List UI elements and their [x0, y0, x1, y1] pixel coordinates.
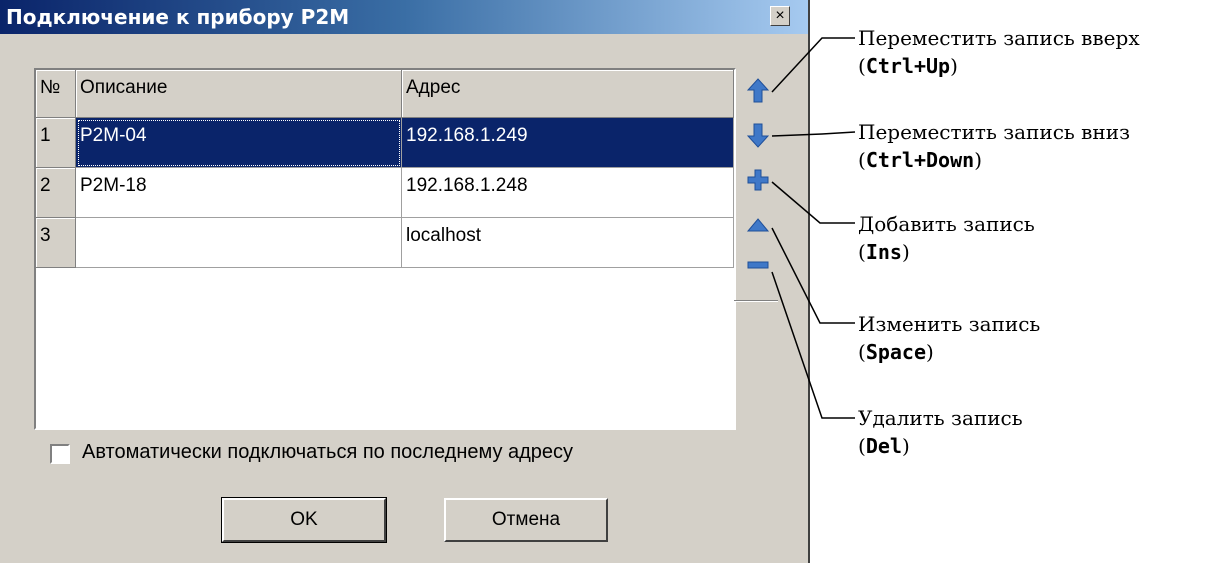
- edit-record-button[interactable]: [736, 216, 780, 246]
- annotation-shortcut: Ins: [865, 240, 902, 264]
- minus-icon: [747, 261, 769, 269]
- table-cell-description[interactable]: [76, 218, 402, 268]
- table-cell-description[interactable]: P2M-18: [76, 168, 402, 218]
- annotation-delete: Удалить запись (Del): [858, 404, 1023, 460]
- move-up-button[interactable]: [736, 78, 780, 108]
- delete-record-button[interactable]: [736, 258, 780, 288]
- annotation-text: Переместить запись вниз: [858, 120, 1130, 144]
- column-header-number[interactable]: №: [36, 70, 76, 118]
- annotation-shortcut-line: (Space): [858, 340, 934, 364]
- table-cell-address[interactable]: 192.168.1.248: [402, 168, 734, 218]
- annotation-shortcut: Del: [865, 434, 902, 458]
- annotation-text: Изменить запись: [858, 312, 1041, 336]
- auto-connect-checkbox[interactable]: [50, 444, 70, 464]
- annotation-shortcut: Space: [865, 340, 927, 364]
- triangle-up-icon: [746, 218, 770, 232]
- connections-table[interactable]: № Описание Адрес 1 P2M-04 192.168.1.249 …: [34, 68, 736, 430]
- row-number[interactable]: 3: [36, 218, 76, 268]
- column-header-address[interactable]: Адрес: [402, 70, 734, 118]
- arrow-up-icon: [747, 78, 769, 103]
- table-cell-address[interactable]: localhost: [402, 218, 734, 268]
- annotation-add: Добавить запись (Ins): [858, 210, 1035, 266]
- table-cell-address[interactable]: 192.168.1.249: [402, 118, 734, 168]
- dialog-title: Подключение к прибору P2M: [6, 5, 350, 29]
- annotation-move-up: Переместить запись вверх (Ctrl+Up): [858, 24, 1140, 80]
- auto-connect-label[interactable]: Автоматически подключаться по последнему…: [82, 441, 573, 464]
- annotation-edit: Изменить запись (Space): [858, 310, 1040, 366]
- annotation-text: Добавить запись: [858, 212, 1035, 236]
- dialog-window: Подключение к прибору P2M × № Описание А…: [0, 0, 810, 563]
- annotation-shortcut-line: (Ctrl+Down): [858, 148, 982, 172]
- move-down-button[interactable]: [736, 122, 780, 152]
- title-bar[interactable]: Подключение к прибору P2M ×: [0, 0, 808, 34]
- plus-icon: [747, 169, 769, 191]
- row-number[interactable]: 1: [36, 118, 76, 168]
- arrow-down-icon: [747, 123, 769, 148]
- record-toolbar: [736, 68, 780, 300]
- table-cell-description[interactable]: P2M-04: [76, 118, 402, 168]
- annotation-shortcut: Ctrl+Up: [865, 54, 951, 78]
- annotation-text: Переместить запись вверх: [858, 26, 1140, 50]
- toolbar-separator: [734, 300, 778, 302]
- close-button[interactable]: ×: [770, 6, 790, 26]
- annotation-shortcut-line: (Ins): [858, 240, 910, 264]
- column-header-description[interactable]: Описание: [76, 70, 402, 118]
- add-record-button[interactable]: [736, 168, 780, 198]
- cancel-button[interactable]: Отмена: [444, 498, 608, 542]
- close-icon: ×: [775, 7, 785, 24]
- annotation-text: Удалить запись: [858, 406, 1023, 430]
- annotation-shortcut-line: (Ctrl+Up): [858, 54, 958, 78]
- row-number[interactable]: 2: [36, 168, 76, 218]
- annotation-shortcut-line: (Del): [858, 434, 910, 458]
- annotation-move-down: Переместить запись вниз (Ctrl+Down): [858, 118, 1130, 174]
- ok-button[interactable]: OK: [221, 497, 387, 543]
- annotation-shortcut: Ctrl+Down: [865, 148, 975, 172]
